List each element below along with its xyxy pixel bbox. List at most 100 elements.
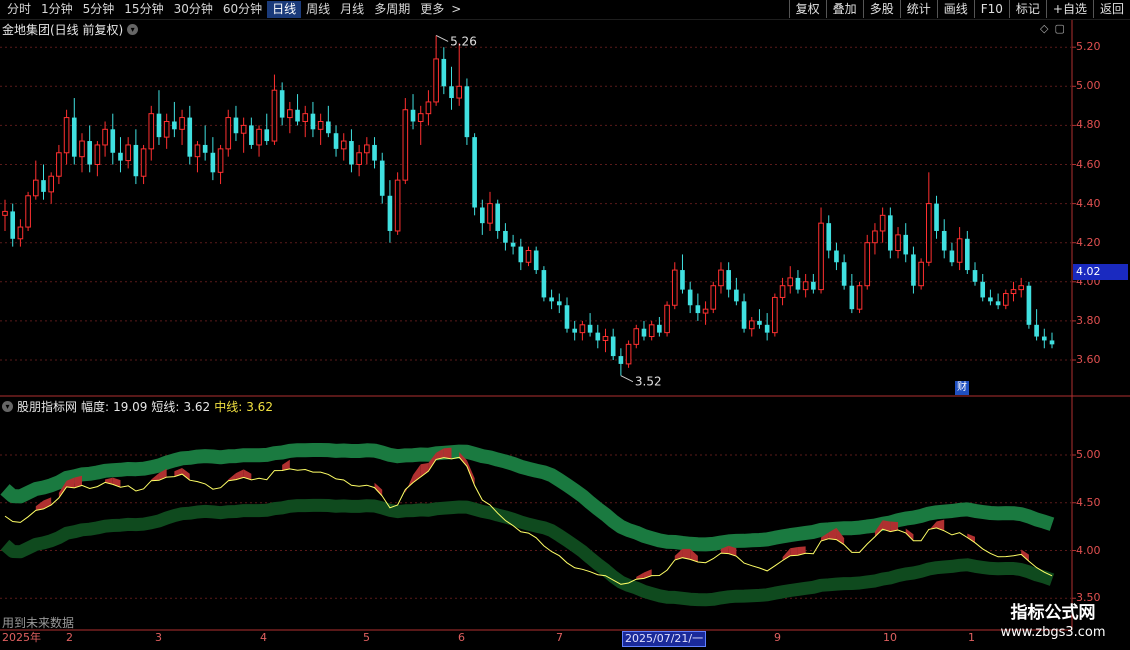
candle <box>1010 281 1017 302</box>
candle <box>249 117 254 149</box>
candle-body <box>625 343 632 365</box>
candle <box>317 113 324 145</box>
candle <box>1049 332 1055 349</box>
candle-body <box>1041 336 1047 341</box>
watermark-url: www.zbgs3.com <box>1000 625 1106 640</box>
candle <box>895 227 901 259</box>
candle-body <box>87 141 92 165</box>
candle-body <box>187 117 193 157</box>
candle <box>340 133 347 161</box>
candle <box>271 74 278 145</box>
candle <box>17 219 24 247</box>
trend-fill <box>151 473 159 481</box>
high-price-label: 5.26 <box>450 34 477 48</box>
candle-body <box>503 230 508 243</box>
finance-badge[interactable]: 财 <box>955 381 969 395</box>
candle <box>156 90 162 145</box>
candle-body <box>125 144 131 162</box>
candle-body <box>402 109 409 181</box>
candle <box>417 105 424 145</box>
candle <box>556 293 562 314</box>
watermark-title: 指标公式网 <box>1010 603 1096 623</box>
candle-body <box>995 301 1001 306</box>
chart-canvas[interactable]: 5.26 3.52 <box>0 0 1130 650</box>
date-tick-label: 9 <box>774 631 781 644</box>
candle <box>387 180 393 243</box>
low-price-label: 3.52 <box>635 375 662 389</box>
candle-body <box>510 242 516 247</box>
indicator-tick-label: 4.50 <box>1076 495 1101 509</box>
candle-body <box>972 270 978 282</box>
candle <box>625 340 632 368</box>
candle-body <box>903 234 909 255</box>
candle-body <box>949 250 955 263</box>
candle-body <box>549 297 554 302</box>
candle <box>572 320 578 341</box>
candle <box>1041 328 1047 349</box>
candle-body <box>826 223 832 251</box>
candle-body <box>71 117 77 157</box>
candle-body <box>556 301 562 306</box>
date-tick-label: 2 <box>66 631 73 644</box>
candle <box>995 293 1001 310</box>
candle-body <box>487 203 493 224</box>
candle <box>472 133 477 216</box>
candle-body <box>41 180 46 192</box>
candle <box>10 203 16 247</box>
candle <box>549 289 554 310</box>
candle-body <box>926 203 932 263</box>
candle-body <box>140 148 147 177</box>
candle <box>748 316 755 337</box>
candle-body <box>172 121 177 130</box>
candle-body <box>802 281 809 291</box>
candle-body <box>210 152 216 173</box>
candle <box>648 320 655 341</box>
candle-body <box>295 109 300 122</box>
candle-body <box>602 336 609 341</box>
candle-body <box>94 144 101 165</box>
candle <box>433 35 439 106</box>
date-tick-label: 7 <box>556 631 563 644</box>
candle-body <box>379 160 385 196</box>
candle-body <box>410 109 416 122</box>
candle-body <box>302 113 309 122</box>
candle-body <box>163 120 170 138</box>
candle <box>980 273 986 302</box>
candle <box>25 191 31 231</box>
candle-body <box>1026 285 1032 325</box>
candle <box>965 230 970 274</box>
candle-body <box>495 203 501 231</box>
date-axis: 2025年 2 3 4 5 6 7 2025/07/21/一 9 10 1 <box>0 631 1075 647</box>
candle-body <box>110 129 116 153</box>
candle <box>333 125 339 157</box>
candle <box>163 113 170 149</box>
candle-body <box>240 124 247 134</box>
candle-body <box>394 179 401 232</box>
candle <box>110 113 116 165</box>
candle <box>811 273 816 294</box>
candle <box>256 125 262 157</box>
candle <box>310 101 316 138</box>
candle-body <box>895 234 901 252</box>
candle <box>595 324 601 349</box>
future-data-note: 用到未来数据 <box>2 616 75 630</box>
candle <box>41 164 46 200</box>
date-tick-label: 1 <box>968 631 975 644</box>
price-tick-label: 4.80 <box>1076 118 1101 132</box>
candle-body <box>664 304 670 334</box>
candle <box>834 242 839 271</box>
candle-body <box>456 85 463 99</box>
candle-body <box>956 238 963 263</box>
date-tick-label: 3 <box>155 631 162 644</box>
candle-body <box>680 270 685 290</box>
candle-body <box>610 336 616 357</box>
chevron-down-icon[interactable]: ▾ <box>2 401 13 412</box>
candle-body <box>864 242 871 287</box>
price-tick-label: 3.60 <box>1076 353 1101 366</box>
candle-body <box>811 281 816 290</box>
candle <box>87 125 92 173</box>
candle-body <box>340 140 347 150</box>
candle-body <box>518 246 524 263</box>
candle-body <box>772 296 778 334</box>
candle-body <box>264 129 270 142</box>
